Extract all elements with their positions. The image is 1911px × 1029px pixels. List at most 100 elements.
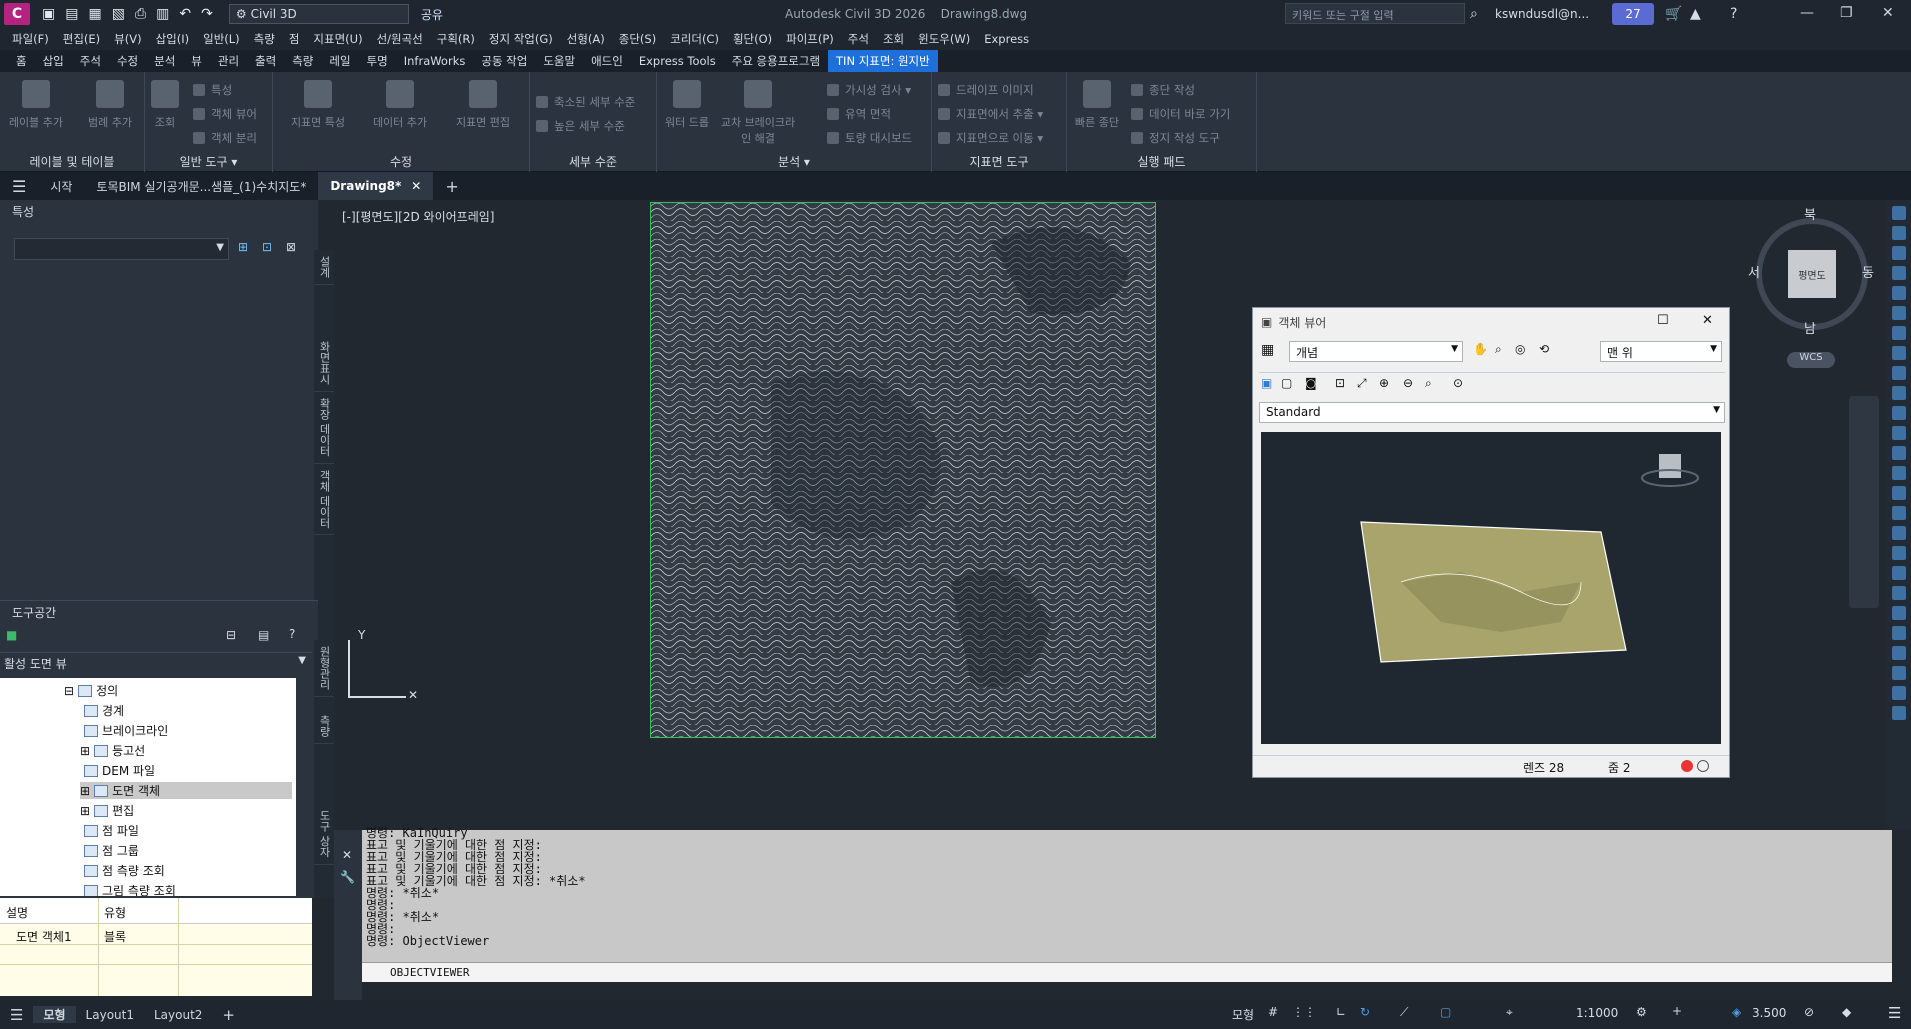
zoom-extents-icon[interactable]: ⤢ [1357, 376, 1367, 391]
stop-icon[interactable] [1697, 760, 1709, 772]
add-layout-icon[interactable]: + [212, 1006, 245, 1024]
units-icon[interactable]: ◈ [1732, 1005, 1741, 1019]
properties-button[interactable]: 특성 [193, 82, 232, 98]
prospector-icon[interactable]: ■ [6, 628, 17, 642]
close-icon[interactable]: ✕ [1882, 5, 1894, 21]
view-direction-select[interactable]: 맨 위 ▼ [1600, 341, 1722, 362]
menu-item-16[interactable]: 주석 [848, 31, 869, 47]
tool-strip-icon[interactable] [1892, 586, 1906, 600]
object-viewer-button[interactable]: 객체 뷰어 [193, 106, 257, 122]
redo-icon[interactable]: ↷ [201, 6, 213, 22]
tree-item[interactable]: 브레이크라인 [80, 722, 168, 739]
row-description[interactable]: 도면 객체1 [16, 928, 72, 945]
menu-item-6[interactable]: 점 [289, 31, 300, 47]
gear-icon[interactable]: ⚙ [1636, 1005, 1647, 1019]
navigation-bar[interactable] [1849, 396, 1879, 608]
menu-item-7[interactable]: 지표면(U) [313, 31, 362, 47]
compass-north[interactable]: 북 [1804, 204, 1816, 223]
tree-item[interactable]: DEM 파일 [80, 762, 155, 779]
catchment-area-button[interactable]: 유역 면적 [827, 106, 891, 122]
doc-tab-civil[interactable]: 토목BIM 실기공개문...샘플_(1)수치지도* [84, 172, 318, 200]
help-icon-toolspace[interactable]: ? [289, 627, 295, 641]
pan-icon[interactable]: ✋ [1473, 342, 1488, 356]
save-as-icon[interactable]: ▧ [112, 6, 125, 22]
isodraft-icon[interactable]: ⟋ [1400, 1005, 1408, 1020]
target-icon[interactable]: ⊙ [1453, 376, 1463, 390]
menu-item-0[interactable]: 파일(F) [12, 31, 49, 47]
surface-properties-button[interactable]: 지표면 특성 [283, 80, 353, 130]
tool-strip-icon[interactable] [1892, 426, 1906, 440]
camera-icon[interactable]: ◙ [1305, 376, 1317, 390]
user-account[interactable]: kswndusdl@n... [1495, 7, 1589, 21]
toggle-pickadd-icon[interactable]: ⊞ [238, 240, 248, 254]
tab-layout1[interactable]: Layout1 [76, 1008, 144, 1022]
viewcube-mini[interactable] [1641, 454, 1699, 487]
notification-badge[interactable]: 27 [1612, 3, 1654, 25]
quick-profile-button[interactable]: 빠른 종단 [1067, 80, 1127, 130]
ribbon-tab-2[interactable]: 주석 [72, 50, 109, 72]
save-icon[interactable]: ▦ [88, 6, 101, 22]
tree-item[interactable]: 그림 측량 조회 [80, 882, 176, 896]
menu-item-12[interactable]: 종단(S) [619, 31, 656, 47]
water-drop-button[interactable]: 워터 드롭 [659, 80, 715, 130]
search-input[interactable]: 키워드 또는 구절 입력 [1285, 3, 1465, 24]
ribbon-tab-6[interactable]: 관리 [210, 50, 247, 72]
tool-strip-icon[interactable] [1892, 706, 1906, 720]
extract-from-surface-button[interactable]: 지표면에서 추출 ▾ [938, 106, 1043, 122]
vtab-display[interactable]: 화면표시 [314, 335, 334, 392]
tool-strip-icon[interactable] [1892, 366, 1906, 380]
menu-item-9[interactable]: 구획(R) [437, 31, 475, 47]
tool-strip-icon[interactable] [1892, 286, 1906, 300]
ribbon-tab-7[interactable]: 출력 [247, 50, 284, 72]
tree-item[interactable]: ⊞ 편집 [80, 802, 134, 819]
help-icon[interactable]: ? [1730, 6, 1737, 22]
tool-strip-icon[interactable] [1892, 626, 1906, 640]
ribbon-tab-12[interactable]: 공동 작업 [473, 50, 535, 72]
tab-model[interactable]: 모형 [33, 1006, 76, 1023]
tree-expand-icon[interactable]: ⊞ [80, 744, 90, 758]
zoom-out-icon[interactable]: ⊖ [1403, 376, 1413, 390]
tree-expand-icon[interactable]: ⊟ [64, 684, 74, 698]
tool-strip-icon[interactable] [1892, 546, 1906, 560]
contour-surface-drawing[interactable] [650, 202, 1156, 738]
create-profile-button[interactable]: 종단 작성 [1131, 82, 1195, 98]
hamburger-menu-icon[interactable]: ☰ [0, 172, 38, 200]
view-cube[interactable]: 북 남 동 서 평면도 [1748, 208, 1874, 337]
elevation-value[interactable]: 3.500 [1752, 1006, 1786, 1020]
plus-icon[interactable]: + [1672, 1004, 1682, 1018]
tool-strip-icon[interactable] [1892, 486, 1906, 500]
tool-strip-icon[interactable] [1892, 686, 1906, 700]
maximize-icon[interactable]: ☐ [1657, 313, 1669, 328]
tool-strip-icon[interactable] [1892, 446, 1906, 460]
app-logo[interactable]: C [4, 3, 30, 25]
open-file-icon[interactable]: ▤ [65, 6, 78, 22]
model-space-toggle[interactable]: 모형 [1232, 1006, 1254, 1023]
polar-icon[interactable]: ↻ [1360, 1005, 1370, 1019]
isolate-icon[interactable]: ⊘ [1804, 1005, 1814, 1019]
free-orbit-icon[interactable]: ⟲ [1539, 342, 1549, 356]
ribbon-tab-3[interactable]: 수정 [109, 50, 146, 72]
tool-strip-icon[interactable] [1892, 246, 1906, 260]
ribbon-tab-0[interactable]: 홈 [8, 50, 35, 72]
tree-item[interactable]: ⊟ 정의 [64, 682, 118, 699]
ribbon-tab-17[interactable]: TIN 지표면: 원지반 [828, 50, 938, 72]
tool-strip-icon[interactable] [1892, 386, 1906, 400]
menu-item-13[interactable]: 코리더(C) [670, 31, 719, 47]
zoom-in-icon[interactable]: ⊕ [1379, 376, 1389, 390]
item-view-icon[interactable]: ▤ [258, 628, 269, 642]
ortho-icon[interactable]: ∟ [1336, 1005, 1346, 1019]
edit-surface-button[interactable]: 지표면 편집 [448, 80, 518, 130]
reduced-detail-button[interactable]: 축소된 세부 수준 [536, 94, 635, 110]
vtab-design[interactable]: 설계 [314, 250, 334, 285]
ribbon-tab-1[interactable]: 삽입 [35, 50, 72, 72]
tree-item[interactable]: 점 그룹 [80, 842, 139, 859]
command-customize-icon[interactable]: 🔧 [340, 870, 355, 884]
add-label-button[interactable]: 레이블 추가 [6, 80, 66, 130]
new-tab-plus-icon[interactable]: + [433, 172, 470, 200]
compass-south[interactable]: 남 [1804, 318, 1816, 337]
view-cube-face[interactable]: 평면도 [1788, 250, 1836, 298]
col-header-type[interactable]: 유형 [104, 904, 126, 921]
command-close-icon[interactable]: ✕ [342, 848, 352, 862]
shaded-icon[interactable]: ▣ [1261, 376, 1272, 390]
restore-icon[interactable]: ❐ [1840, 5, 1853, 21]
